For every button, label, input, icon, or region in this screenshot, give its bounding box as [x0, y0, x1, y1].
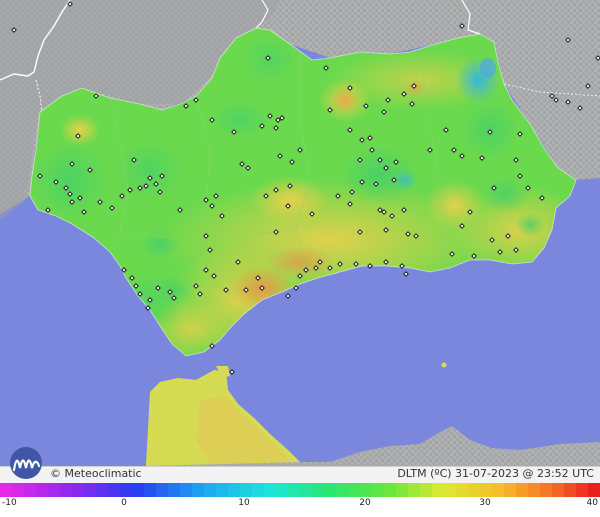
- scale-cell: [396, 483, 409, 497]
- scale-cell: [0, 483, 13, 497]
- scale-cell: [444, 483, 457, 497]
- scale-cell: [336, 483, 349, 497]
- scale-tick: 10: [238, 498, 250, 508]
- scale-cell: [276, 483, 289, 497]
- scale-cell: [504, 483, 517, 497]
- scale-tick: 30: [479, 498, 491, 508]
- scale-cell: [240, 483, 253, 497]
- scale-cell: [480, 483, 493, 497]
- scale-cell: [96, 483, 109, 497]
- color-scale-ticks: -10 0 10 20 30 40: [0, 498, 600, 514]
- scale-cell: [24, 483, 37, 497]
- scale-tick: 40: [586, 498, 598, 508]
- scale-cell: [84, 483, 97, 497]
- scale-cell: [288, 483, 301, 497]
- scale-cell: [72, 483, 85, 497]
- scale-cell: [468, 483, 481, 497]
- scale-cell: [408, 483, 421, 497]
- scale-cell: [48, 483, 61, 497]
- scale-cell: [120, 483, 133, 497]
- scale-cell: [144, 483, 157, 497]
- scale-cell: [252, 483, 265, 497]
- scale-cell: [576, 483, 589, 497]
- scale-cell: [516, 483, 529, 497]
- scale-cell: [300, 483, 313, 497]
- scale-cell: [168, 483, 181, 497]
- scale-tick: 20: [359, 498, 371, 508]
- alboran-island: [441, 362, 447, 368]
- scale-cell: [360, 483, 373, 497]
- scale-cell: [420, 483, 433, 497]
- scale-cell: [552, 483, 565, 497]
- scale-cell: [12, 483, 25, 497]
- scale-cell: [312, 483, 325, 497]
- meteoclimatic-logo-icon[interactable]: [4, 446, 48, 480]
- color-scale: [0, 483, 600, 497]
- map-caption: DLTM (ºC) 31-07-2023 @ 23:52 UTC: [397, 467, 594, 480]
- scale-cell: [156, 483, 169, 497]
- scale-cell: [192, 483, 205, 497]
- scale-tick: -10: [2, 498, 17, 508]
- scale-cell: [564, 483, 577, 497]
- scale-cell: [132, 483, 145, 497]
- scale-cell: [528, 483, 541, 497]
- scale-cell: [204, 483, 217, 497]
- scale-cell: [384, 483, 397, 497]
- scale-cell: [588, 483, 600, 497]
- scale-cell: [372, 483, 385, 497]
- scale-cell: [348, 483, 361, 497]
- scale-cell: [60, 483, 73, 497]
- brand-name: Meteoclimatic: [64, 467, 142, 480]
- scale-cell: [228, 483, 241, 497]
- scale-cell: [108, 483, 121, 497]
- scale-cell: [264, 483, 277, 497]
- scale-tick: 0: [121, 498, 127, 508]
- scale-cell: [324, 483, 337, 497]
- scale-cell: [216, 483, 229, 497]
- scale-cell: [432, 483, 445, 497]
- scale-cell: [492, 483, 505, 497]
- brand-link[interactable]: © Meteoclimatic: [50, 467, 142, 480]
- scale-cell: [36, 483, 49, 497]
- temperature-map[interactable]: [0, 0, 600, 466]
- scale-cell: [456, 483, 469, 497]
- scale-cell: [180, 483, 193, 497]
- map-frame: © Meteoclimatic DLTM (ºC) 31-07-2023 @ 2…: [0, 0, 600, 517]
- scale-cell: [540, 483, 553, 497]
